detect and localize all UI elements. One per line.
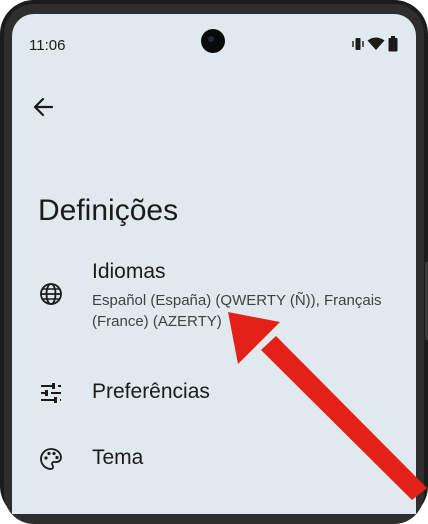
front-camera: [201, 29, 225, 53]
arrow-back-icon: [32, 96, 54, 123]
settings-item-preferences[interactable]: Preferências: [12, 362, 416, 424]
palette-icon: [38, 446, 64, 472]
page-title: Definições: [38, 194, 179, 227]
back-button[interactable]: [28, 94, 58, 124]
screen: 11:06 Definições Idiomas Español (España…: [12, 14, 416, 514]
status-icons: [352, 36, 398, 57]
settings-item-label: Tema: [92, 446, 144, 469]
status-time: 11:06: [29, 37, 66, 54]
settings-item-label: Idiomas: [92, 260, 166, 283]
status-bar: 11:06: [12, 14, 416, 66]
settings-item-theme[interactable]: Tema: [12, 428, 416, 490]
settings-item-summary: Español (España) (QWERTY (Ñ)), Français …: [92, 292, 382, 330]
vibrate-icon: [352, 37, 364, 56]
settings-item-languages[interactable]: Idiomas Español (España) (QWERTY (Ñ)), F…: [12, 254, 416, 362]
wifi-icon: [367, 37, 385, 56]
settings-item-label: Preferências: [92, 380, 210, 403]
tune-icon: [38, 380, 64, 406]
globe-icon: [38, 281, 64, 307]
battery-icon: [388, 36, 398, 57]
